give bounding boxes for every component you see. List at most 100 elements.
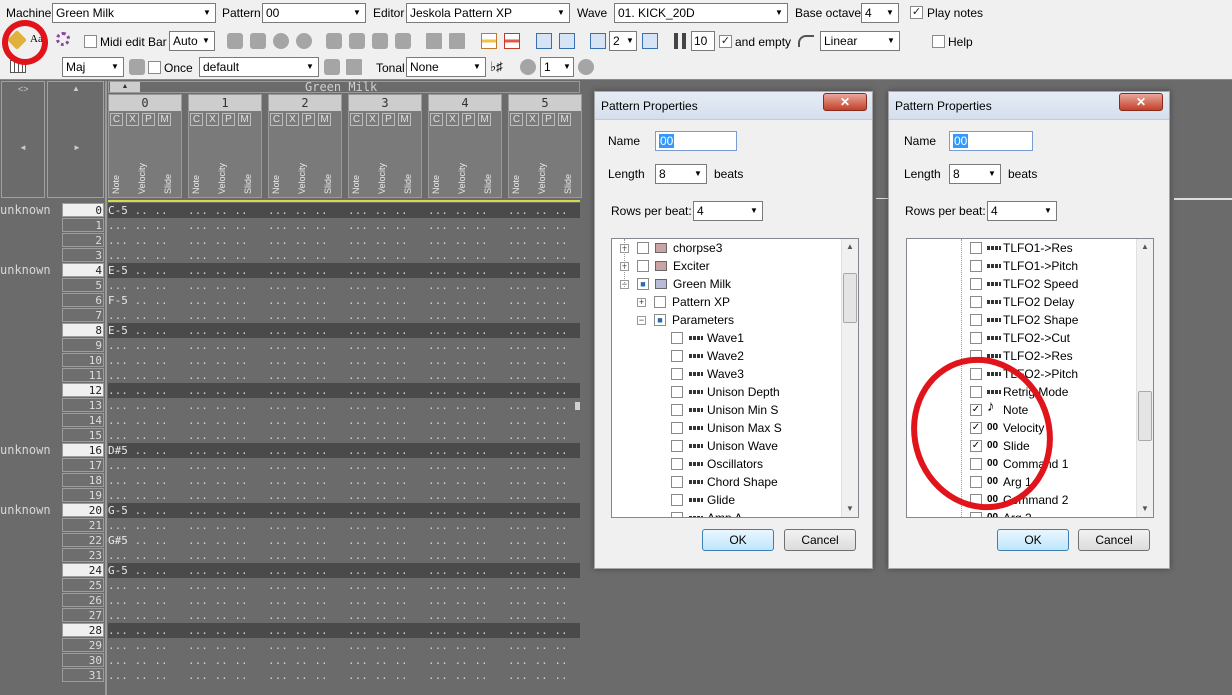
track-cell[interactable]: ... .. .. [268,293,328,308]
track-cell[interactable]: ... .. .. [428,278,488,293]
track-cell[interactable]: ... .. .. [508,473,568,488]
track-cell[interactable]: ... .. .. [428,668,488,683]
track-cell[interactable]: ... .. .. [508,518,568,533]
track-cell[interactable]: ... .. .. [268,608,328,623]
track-cell[interactable]: ... .. .. [508,563,568,578]
track-cell[interactable]: ... .. .. [508,638,568,653]
pattern-row[interactable]: ... .. .. ... .. .. ... .. .. ... .. .. ... … [108,533,580,548]
track-c-toggle[interactable]: C [430,113,443,126]
tree-checkbox[interactable] [671,458,683,470]
track-cell[interactable]: ... .. .. [428,653,488,668]
track-cell[interactable]: ... .. .. [108,578,168,593]
tree-item[interactable]: TLFO2 Speed [907,275,1136,293]
track-cell[interactable]: ... .. .. [348,233,408,248]
track-x-toggle[interactable]: X [126,113,139,126]
track-cell[interactable]: ... .. .. [268,593,328,608]
tree-item[interactable]: Wave1 [612,329,841,347]
paste-icon[interactable] [273,33,289,49]
track-cell[interactable]: ... .. .. [268,398,328,413]
track-cell[interactable]: ... .. .. [348,533,408,548]
track-cell[interactable]: ... .. .. [188,338,248,353]
tree-item[interactable]: TLFO2 Delay [907,293,1136,311]
pattern-row[interactable]: ... .. .. ... .. .. ... .. .. ... .. .. ... … [108,323,580,338]
track-cell[interactable]: ... .. .. [188,488,248,503]
track-cell[interactable]: ... .. .. [348,638,408,653]
track-cell[interactable]: ... .. .. [508,578,568,593]
track-cell[interactable]: ... .. .. [428,563,488,578]
tree-scrollbar[interactable]: ▲ ▼ [841,239,858,517]
track-cell[interactable]: ... .. .. [348,278,408,293]
tree-checkbox[interactable] [671,350,683,362]
tree-item[interactable]: + chorpse3 [612,239,841,257]
insert-row-icon[interactable] [481,33,497,49]
settings-icon[interactable] [56,32,70,46]
note-value[interactable]: E-5 [108,263,128,278]
track-cell[interactable]: ... .. .. [108,413,168,428]
track-cell[interactable]: ... .. .. [108,428,168,443]
tonal-select[interactable]: None ▼ [406,57,486,77]
track-m-toggle[interactable]: M [158,113,171,126]
tree-checkbox[interactable] [671,404,683,416]
parameter-tree[interactable]: Amp A Glide Chord Shape Oscillators Unison W… [611,238,859,518]
track-cell[interactable]: ... .. .. [108,278,168,293]
pattern-row[interactable]: ... .. .. ... .. .. ... .. .. ... .. .. ... … [108,563,580,578]
track-cell[interactable]: ... .. .. [348,428,408,443]
tree-item[interactable]: Unison Max S [612,419,841,437]
scroll-thumb[interactable] [1138,391,1152,441]
tree-checkbox[interactable] [671,386,683,398]
track-cell[interactable]: ... .. .. [268,308,328,323]
length-select[interactable]: 8 ▼ [949,164,1001,184]
length-select[interactable]: 8 ▼ [655,164,707,184]
count-select[interactable]: 1 ▼ [540,57,574,77]
track-cell[interactable]: ... .. .. [268,578,328,593]
track-cell[interactable]: ... .. .. [188,248,248,263]
tree-checkbox[interactable] [671,476,683,488]
note-value[interactable]: G-5 [108,503,128,518]
track-cell[interactable]: ... .. .. [348,398,408,413]
scale-select[interactable]: Maj ▼ [62,57,124,77]
bar-select[interactable]: Auto ▼ [169,31,215,51]
track-cell[interactable]: ... .. .. [348,293,408,308]
track-cell[interactable]: ... .. .. [108,308,168,323]
track-p-toggle[interactable]: P [302,113,315,126]
redo-icon[interactable] [559,33,575,49]
track-cell[interactable]: ... .. .. [348,413,408,428]
track-cell[interactable]: ... .. .. [428,533,488,548]
track-x-toggle[interactable]: X [286,113,299,126]
step-select[interactable]: 2 ▼ [609,31,637,51]
right-arrow-icon[interactable]: ► [73,143,81,152]
track-cell[interactable]: ... .. .. [428,593,488,608]
scroll-down-icon[interactable]: ▼ [1137,501,1153,517]
pattern-row[interactable]: ... .. .. ... .. .. ... .. .. ... .. .. ... … [108,623,580,638]
track-cell[interactable]: ... .. .. [508,443,568,458]
track-cell[interactable]: ... .. .. [348,608,408,623]
track-cell[interactable]: ... .. .. [188,233,248,248]
track-x-toggle[interactable]: X [526,113,539,126]
copy-icon[interactable] [227,33,243,49]
track-cell[interactable]: ... .. .. [108,593,168,608]
tree-checkbox[interactable] [970,242,982,254]
shift-down-icon[interactable] [426,33,442,49]
tree-item[interactable]: TLFO2->Res [907,347,1136,365]
reverse-icon[interactable] [449,33,465,49]
rows-per-beat-select[interactable]: 4 ▼ [693,201,763,221]
cut-icon[interactable] [250,33,266,49]
grid-icon[interactable] [346,59,362,75]
track-cell[interactable]: ... .. .. [508,458,568,473]
track-cell[interactable]: ... .. .. [188,308,248,323]
note-apply-icon[interactable] [578,59,594,75]
tree-checkbox[interactable] [970,260,982,272]
machine-collapse-icon[interactable]: ▲ [110,82,140,92]
track-cell[interactable]: ... .. .. [268,563,328,578]
track-cell[interactable]: ... .. .. [508,278,568,293]
track-cell[interactable]: ... .. .. [188,323,248,338]
tree-checkbox[interactable]: ■ [637,278,649,290]
expand-icon[interactable]: + [637,298,646,307]
track-cell[interactable]: ... .. .. [428,233,488,248]
track-cell[interactable]: ... .. .. [188,353,248,368]
midi-edit-checkbox[interactable] [84,35,97,48]
track-cell[interactable]: ... .. .. [108,638,168,653]
track-cell[interactable]: ... .. .. [508,623,568,638]
track-header-4[interactable]: 4 C X P M Note Velocity Slide [428,94,502,198]
track-cell[interactable]: ... .. .. [348,623,408,638]
